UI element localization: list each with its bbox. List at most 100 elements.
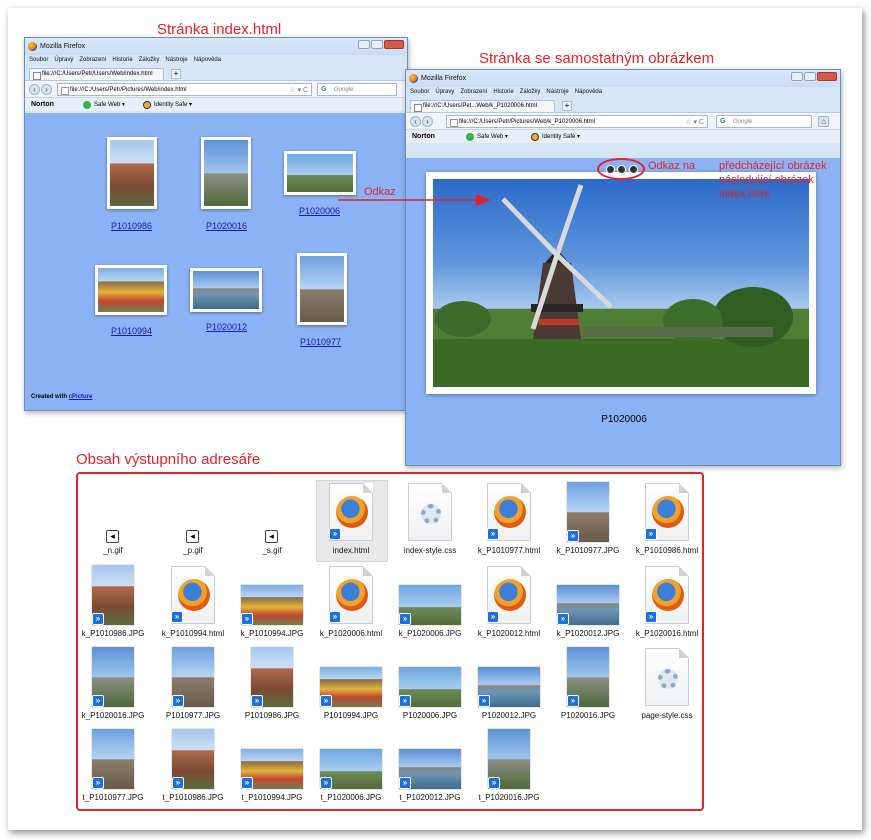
thumb-link-P1010977[interactable]: P1010977 [300,337,341,347]
reload-icon[interactable]: ☆ ▾ C [289,86,308,94]
back-icon[interactable]: ‹ [410,116,421,127]
thumb-link-P1010994[interactable]: P1010994 [111,326,152,336]
previous-image-icon[interactable] [606,165,615,174]
file-item[interactable]: » P1010986.JPG [229,645,315,723]
file-item[interactable]: » k_P1020016.html [624,563,710,641]
thumb-link-P1020016[interactable]: P1020016 [206,221,247,231]
file-item[interactable]: » P1010994.JPG [308,645,394,723]
menu-soubor[interactable]: Soubor [29,57,48,67]
footer-link[interactable]: cPicture [69,394,93,400]
address-bar[interactable]: file:///C:/Users/Petr/Pictures/Web/index… [57,83,312,96]
search-box[interactable]: Google [716,115,812,128]
firefox-icon [28,42,37,51]
file-name: _n.gif [103,546,123,555]
file-name: _p.gif [183,546,203,555]
thumbnail-P1020016[interactable] [201,137,251,209]
file-item[interactable]: » k_P1010977.html [466,480,552,558]
file-item[interactable]: page-style.css [624,645,710,723]
file-item[interactable]: ◂ _s.gif [229,480,315,558]
file-item[interactable]: » t_P1020016.JPG [466,727,552,805]
file-item[interactable]: » t_P1020006.JPG [308,727,394,805]
file-item[interactable]: » t_P1010977.JPG [70,727,156,805]
identity-safe-button[interactable]: Identity Safe ▾ [531,133,580,141]
file-item[interactable]: » k_P1010986.JPG [70,563,156,641]
shortcut-badge-icon: » [567,695,579,707]
thumbnail-image [204,140,248,206]
search-box[interactable]: Google [317,83,397,96]
file-item[interactable]: » k_P1020016.JPG [70,645,156,723]
minimize-button[interactable] [791,72,803,81]
forward-icon[interactable]: › [41,84,52,95]
reload-icon[interactable]: ☆ ▾ C [685,118,704,126]
minimize-button[interactable] [358,40,370,49]
menu-zobrazeni[interactable]: Zobrazení [460,89,487,99]
menu-zalozky[interactable]: Záložky [520,89,541,99]
thumbnail-P1010977[interactable] [297,253,347,325]
tab-index[interactable]: file:///C:/Users/Petr/Users/Web/index.ht… [29,68,164,80]
navigation-toolbar: ‹ › file:///C:/Users/Petr/Pictures/Web/k… [406,112,840,129]
new-tab-button[interactable]: + [171,69,181,79]
safe-web-icon [466,133,474,141]
home-icon[interactable]: ⌂ [818,116,829,127]
shortcut-badge-icon: » [399,613,411,625]
menu-zalozky[interactable]: Záložky [139,57,160,67]
file-item[interactable]: » P1010977.JPG [150,645,236,723]
file-item[interactable]: » t_P1010994.JPG [229,727,315,805]
file-item[interactable]: » k_P1010986.html [624,480,710,558]
menu-nastroje[interactable]: Nástroje [546,89,568,99]
menu-historie[interactable]: Historie [493,89,513,99]
menu-upravy[interactable]: Úpravy [54,57,73,67]
file-item[interactable]: » k_P1010994.JPG [229,563,315,641]
back-icon[interactable]: ‹ [29,84,40,95]
window-titlebar: Mozilla Firefox [25,38,407,55]
safe-web-button[interactable]: Safe Web ▾ [466,133,508,141]
menu-zobrazeni[interactable]: Zobrazení [79,57,106,67]
close-button[interactable] [817,72,837,81]
file-name: k_P1010986.html [635,546,699,555]
norton-toolbar: Norton Safe Web ▾ Identity Safe ▾ [406,129,840,143]
menu-nastroje[interactable]: Nástroje [165,57,187,67]
norton-toolbar: Norton Safe Web ▾ Identity Safe ▾ [25,97,407,111]
file-item[interactable]: » k_P1020006.JPG [387,563,473,641]
file-item[interactable]: ◂ _p.gif [150,480,236,558]
file-item[interactable]: » k_P1010977.JPG [545,480,631,558]
file-item[interactable]: index-style.css [387,480,473,558]
menu-napoveda[interactable]: Nápověda [194,57,221,67]
shortcut-badge-icon: » [171,611,183,623]
thumbnail-P1020012[interactable] [190,268,262,312]
file-item[interactable]: » k_P1020012.html [466,563,552,641]
file-item[interactable]: » index.html [308,480,394,562]
maximize-button[interactable] [804,72,816,81]
address-text: file:///C:/Users/Petr/Pictures/Web/index… [70,87,187,93]
thumb-link-P1020012[interactable]: P1020012 [206,322,247,332]
menu-historie[interactable]: Historie [112,57,132,67]
menu-upravy[interactable]: Úpravy [435,89,454,99]
next-image-icon[interactable] [617,165,626,174]
file-item[interactable]: » P1020012.JPG [466,645,552,723]
file-item[interactable]: » k_P1020012.JPG [545,563,631,641]
identity-safe-button[interactable]: Identity Safe ▾ [143,101,192,109]
thumbnail-P1010994[interactable] [95,265,167,315]
menu-soubor[interactable]: Soubor [410,89,429,99]
tab-image[interactable]: file:///C:/Users/Pet...Web/k_P1020006.ht… [410,100,555,112]
file-item[interactable]: » P1020006.JPG [387,645,473,723]
safe-web-button[interactable]: Safe Web ▾ [83,101,125,109]
file-item[interactable]: » t_P1020012.JPG [387,727,473,805]
address-bar[interactable]: file:///C:/Users/Petr/Pictures/Web/k_P10… [446,115,708,128]
file-name: t_P1010994.JPG [241,793,303,802]
thumbnail-P1020006[interactable] [284,151,356,195]
close-button[interactable] [384,40,404,49]
file-item[interactable]: » k_P1010994.html [150,563,236,641]
new-tab-button[interactable]: + [562,101,572,111]
index-link-icon[interactable] [629,165,638,174]
thumbnail-P1010986[interactable] [107,137,157,209]
file-item[interactable]: » P1020016.JPG [545,645,631,723]
thumb-link-P1010986[interactable]: P1010986 [111,221,152,231]
file-item[interactable]: » t_P1010986.JPG [150,727,236,805]
file-item[interactable]: » k_P1020006.html [308,563,394,641]
file-item[interactable]: ◂ _n.gif [70,480,156,558]
menu-napoveda[interactable]: Nápověda [575,89,602,99]
thumb-link-P1020006[interactable]: P1020006 [299,206,340,216]
maximize-button[interactable] [371,40,383,49]
forward-icon[interactable]: › [422,116,433,127]
